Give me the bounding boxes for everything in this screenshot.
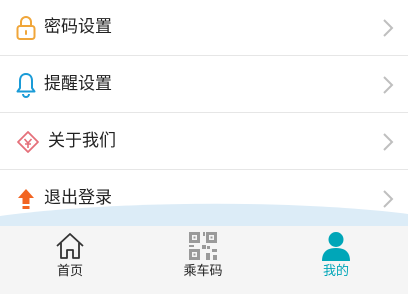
bell-icon: [14, 71, 38, 99]
info-diamond-icon: [16, 128, 40, 156]
menu-item-label: 提醒设置: [44, 74, 112, 94]
tab-ride-code[interactable]: 乘车码: [153, 226, 253, 294]
divider: [0, 169, 408, 170]
tab-label: 乘车码: [183, 264, 223, 279]
tab-label: 首页: [56, 264, 83, 279]
menu-item-label: 关于我们: [48, 131, 116, 151]
bottom-tab-bar: 首页 乘车码 我的: [0, 226, 408, 294]
lock-icon: [14, 14, 38, 42]
chevron-right-icon: [382, 75, 394, 95]
qr-code-icon: [187, 230, 219, 266]
tab-home[interactable]: 首页: [20, 226, 120, 294]
divider: [0, 112, 408, 113]
home-icon: [54, 230, 86, 266]
menu-item-password-settings[interactable]: 密码设置: [0, 0, 408, 56]
tab-label: 我的: [322, 264, 349, 279]
menu-item-reminder-settings[interactable]: 提醒设置: [0, 57, 408, 113]
decorative-wave: [0, 203, 408, 228]
menu-item-about-us[interactable]: 关于我们: [0, 114, 408, 170]
divider: [0, 55, 408, 56]
tab-mine[interactable]: 我的: [286, 226, 386, 294]
menu-item-label: 密码设置: [44, 17, 112, 37]
chevron-right-icon: [382, 18, 394, 38]
chevron-right-icon: [382, 132, 394, 152]
user-icon: [320, 230, 352, 266]
